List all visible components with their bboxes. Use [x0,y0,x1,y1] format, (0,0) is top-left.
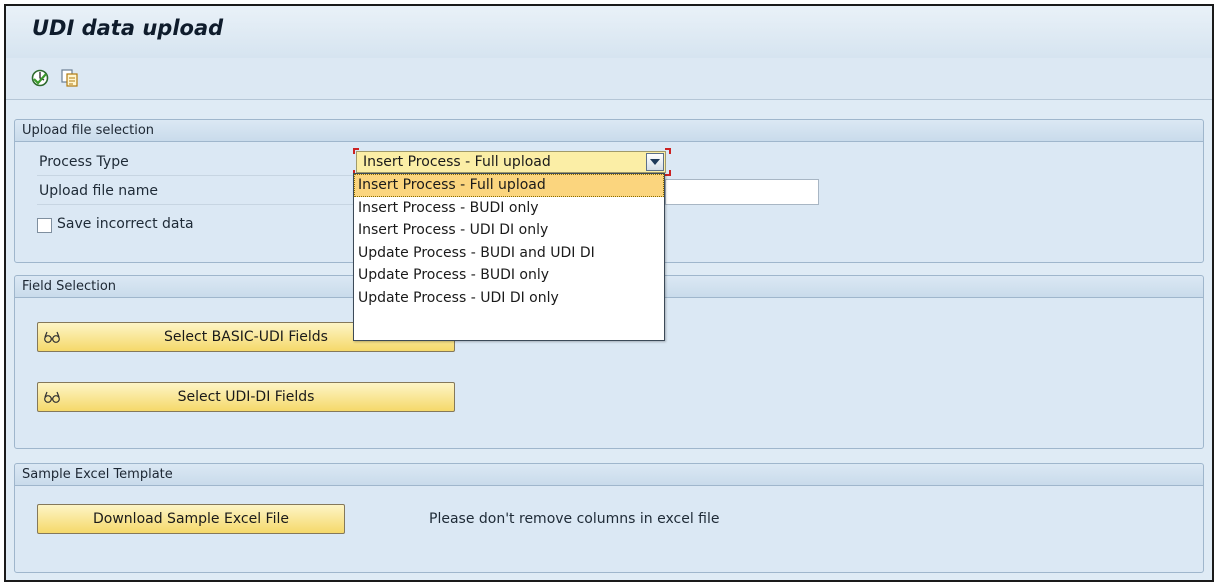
dropdown-option[interactable]: Update Process - UDI DI only [354,287,664,310]
process-type-select[interactable]: Insert Process - Full upload [356,151,666,173]
label-underline [37,204,355,205]
select-udi-di-fields-button[interactable]: Select UDI-DI Fields [37,382,455,412]
dropdown-option[interactable]: Insert Process - UDI DI only [354,219,664,242]
dropdown-option[interactable]: Update Process - BUDI only [354,264,664,287]
upload-file-name-input[interactable] [665,179,819,205]
dropdown-option[interactable]: Insert Process - Full upload [354,174,664,197]
dropdown-button[interactable] [646,153,664,171]
dropdown-option[interactable]: Update Process - BUDI and UDI DI [354,242,664,265]
dropdown-option[interactable]: Insert Process - BUDI only [354,197,664,220]
process-type-dropdown-list[interactable]: Insert Process - Full upload Insert Proc… [353,173,665,341]
upload-file-name-label: Upload file name [39,183,158,199]
group-header: Upload file selection [15,120,1203,142]
page-title: UDI data upload [32,16,224,40]
sap-window: UDI data upload Upload file selection Pr… [4,4,1214,582]
columns-warning-text: Please don't remove columns in excel fil… [429,511,720,527]
download-sample-excel-button[interactable]: Download Sample Excel File [37,504,345,534]
chevron-down-icon [650,159,660,165]
sample-excel-template-group: Sample Excel Template Download Sample Ex… [14,463,1204,573]
button-label: Select UDI-DI Fields [177,389,315,405]
application-toolbar [6,58,1212,100]
process-type-label: Process Type [39,154,129,170]
process-type-value: Insert Process - Full upload [363,154,551,170]
group-header: Sample Excel Template [15,464,1203,486]
save-incorrect-data-label: Save incorrect data [57,216,194,232]
execute-icon[interactable] [30,68,50,88]
save-incorrect-data-checkbox[interactable] [37,218,52,233]
label-underline [37,175,355,176]
button-label: Download Sample Excel File [93,511,289,527]
get-variant-icon[interactable] [60,68,80,88]
title-bar: UDI data upload [6,6,1212,58]
